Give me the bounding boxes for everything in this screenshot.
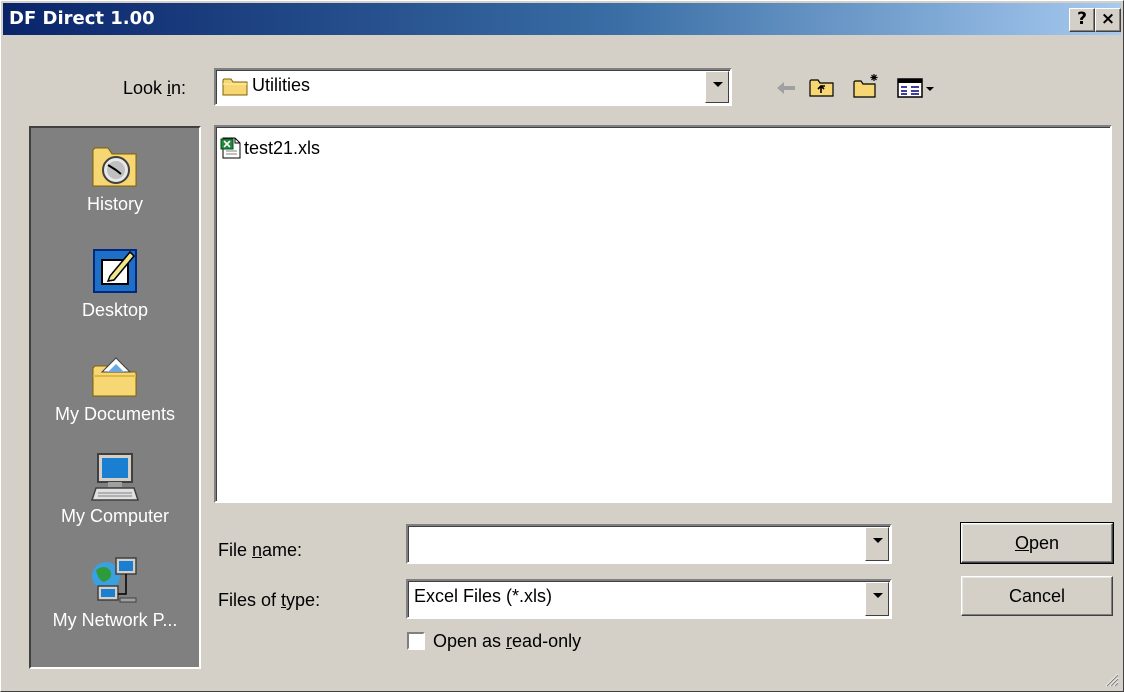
- look-in-dropdown-button[interactable]: [705, 71, 729, 103]
- close-button[interactable]: ×: [1095, 8, 1121, 32]
- open-file-dialog: DF Direct 1.00 ? × Look in: Utilities Hi…: [0, 0, 1124, 692]
- cancel-button[interactable]: Cancel: [961, 576, 1113, 616]
- up-one-level-icon[interactable]: [809, 76, 835, 98]
- place-desktop[interactable]: Desktop: [31, 246, 199, 321]
- file-item[interactable]: test21.xls: [220, 137, 320, 159]
- look-in-value: Utilities: [252, 75, 311, 95]
- read-only-label[interactable]: Open as read-only: [433, 631, 581, 652]
- desktop-icon: [93, 249, 137, 293]
- place-my-documents[interactable]: My Documents: [31, 350, 199, 425]
- resize-grip-icon[interactable]: [1103, 671, 1119, 687]
- view-menu-icon[interactable]: [897, 78, 937, 98]
- place-my-computer[interactable]: My Computer: [31, 452, 199, 527]
- folder-icon: [222, 78, 248, 96]
- file-list[interactable]: test21.xls: [214, 125, 1112, 503]
- files-of-type-value: Excel Files (*.xls): [414, 586, 553, 606]
- excel-file-icon: [220, 137, 241, 159]
- my-computer-icon: [90, 453, 140, 501]
- places-bar: History Desktop My Documents My Computer…: [29, 126, 201, 669]
- place-label: History: [86, 194, 143, 214]
- window-title: DF Direct 1.00: [9, 8, 155, 29]
- new-folder-icon[interactable]: [853, 73, 881, 99]
- place-history[interactable]: History: [31, 140, 199, 215]
- my-network-places-icon: [92, 557, 137, 603]
- files-of-type-combo[interactable]: Excel Files (*.xls): [406, 579, 892, 619]
- file-name-label: File name:: [218, 540, 303, 560]
- history-icon: [92, 147, 137, 187]
- place-label: My Computer: [60, 506, 170, 526]
- back-arrow-icon[interactable]: [775, 80, 797, 96]
- place-label: My Documents: [54, 404, 176, 424]
- look-in-combo[interactable]: Utilities: [214, 68, 732, 106]
- files-of-type-label: Files of type:: [218, 590, 321, 610]
- help-button[interactable]: ?: [1069, 8, 1095, 32]
- title-bar[interactable]: DF Direct 1.00 ? ×: [3, 3, 1121, 35]
- place-my-network[interactable]: My Network P...: [31, 556, 199, 631]
- place-label: My Network P...: [52, 610, 178, 630]
- files-of-type-dropdown-button[interactable]: [865, 582, 889, 616]
- open-button[interactable]: Open: [960, 522, 1114, 564]
- file-name-combo[interactable]: [406, 524, 892, 564]
- place-label: Desktop: [81, 300, 149, 320]
- look-in-label: Look in:: [123, 78, 187, 98]
- file-name-dropdown-button[interactable]: [865, 527, 889, 561]
- my-documents-icon: [92, 357, 137, 397]
- file-name: test21.xls: [244, 137, 321, 158]
- read-only-checkbox[interactable]: [407, 632, 425, 650]
